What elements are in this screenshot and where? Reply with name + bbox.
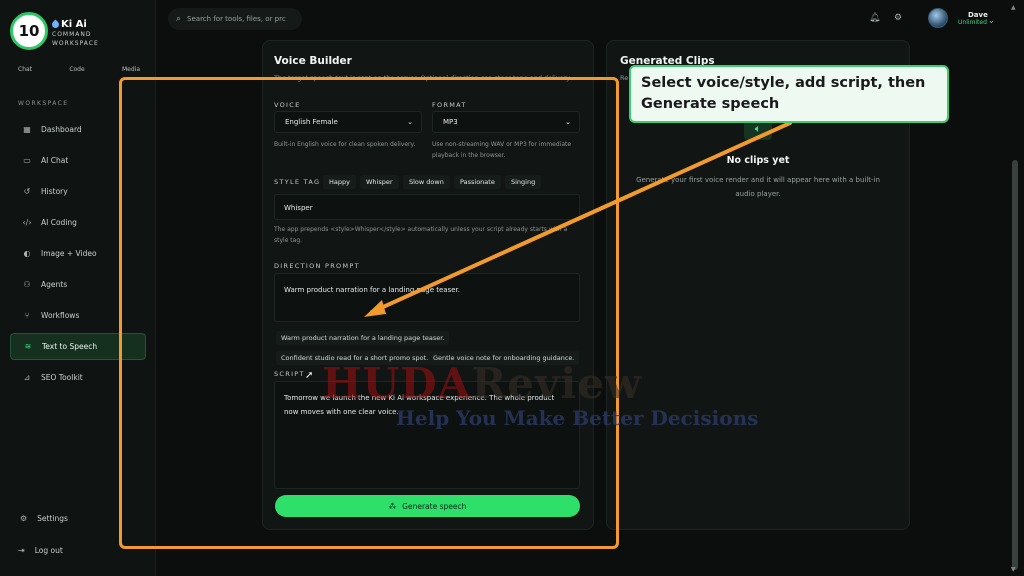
script-textarea[interactable]: Tomorrow we launch the new Ki Ai workspa…	[274, 381, 580, 489]
style-chip-slow-down[interactable]: Slow down	[403, 175, 450, 189]
mini-tab-chat[interactable]: Chat	[18, 66, 32, 73]
user-plan: Unlimited	[958, 18, 987, 26]
style-chip-singing[interactable]: Singing	[505, 175, 542, 189]
mouse-cursor-icon: ➚	[305, 370, 314, 381]
sidebar-item-label: SEO Toolkit	[41, 373, 83, 382]
scroll-up-icon[interactable]: ▲	[1011, 4, 1016, 11]
voice-select[interactable]: English Female ⌄	[274, 111, 422, 133]
sidebar-item-label: Text to Speech	[42, 342, 98, 351]
agents-icon: ⚇	[23, 280, 31, 289]
logout-link[interactable]: ⇥ Log out	[18, 546, 63, 555]
scroll-down-icon[interactable]: ▼	[1011, 566, 1016, 573]
sidebar-item-image-video[interactable]: ◐ Image + Video	[10, 240, 146, 267]
style-chip-happy[interactable]: Happy	[323, 175, 356, 189]
workspace-section-label: WORKSPACE	[18, 100, 69, 107]
avatar	[928, 8, 948, 28]
generated-clips-description: Re	[620, 74, 629, 82]
format-select-value: MP3	[443, 118, 458, 126]
brand-logo: Ki Ai	[50, 18, 99, 30]
sidebar-nav: ▦ Dashboard ▭ AI Chat ↺ History ‹/› AI Codin…	[10, 116, 146, 395]
sidebar-item-label: AI Chat	[41, 156, 69, 165]
chevron-down-icon[interactable]: ⌄	[988, 16, 995, 25]
brand: 10 Ki Ai COMMAND WORKSPACE	[10, 12, 99, 50]
format-label: FORMAT	[432, 101, 467, 109]
logo-drop-icon	[50, 19, 61, 29]
waveform-icon: ≋	[24, 342, 32, 351]
notifications-bell-icon[interactable]: 🔔︎	[869, 13, 880, 23]
sidebar-item-seo-toolkit[interactable]: ⊿ SEO Toolkit	[10, 364, 146, 391]
voice-label: VOICE	[274, 101, 301, 109]
history-icon: ↺	[23, 187, 31, 196]
style-chip-whisper[interactable]: Whisper	[360, 175, 399, 189]
gear-icon[interactable]: ⚙	[894, 13, 902, 23]
grid-icon: ▦	[23, 125, 31, 134]
empty-state-description: Generate your first voice render and it …	[636, 176, 880, 198]
brand-text: Ki Ai COMMAND WORKSPACE	[50, 18, 99, 48]
settings-link[interactable]: ⚙ Settings	[20, 514, 68, 523]
direction-suggestion[interactable]: Warm product narration for a landing pag…	[276, 331, 450, 345]
chevron-down-icon: ⌄	[565, 118, 571, 126]
search-box[interactable]: ⌕	[168, 8, 302, 30]
direction-suggestion[interactable]: Confident studio read for a short promo …	[276, 351, 434, 365]
user-name: Dave	[968, 10, 988, 19]
chevron-down-icon: ⌄	[407, 118, 413, 126]
sidebar-item-workflows[interactable]: ⑂ Workflows	[10, 302, 146, 329]
generate-speech-label: Generate speech	[402, 501, 467, 511]
sidebar-item-text-to-speech[interactable]: ≋ Text to Speech	[10, 333, 146, 360]
sidebar-item-dashboard[interactable]: ▦ Dashboard	[10, 116, 146, 143]
sidebar: 10 Ki Ai COMMAND WORKSPACE Chat Code Med…	[0, 0, 156, 576]
mini-tabs: Chat Code Media	[18, 66, 140, 73]
style-chip-passionate[interactable]: Passionate	[454, 175, 501, 189]
workflow-icon: ⑂	[24, 311, 30, 320]
direction-prompt-label: DIRECTION PROMPT	[274, 262, 360, 270]
format-select[interactable]: MP3 ⌄	[432, 111, 580, 133]
settings-icon: ⚙	[20, 514, 28, 523]
brand-line1: COMMAND	[52, 30, 92, 38]
settings-label: Settings	[37, 514, 68, 523]
style-tag-label: STYLE TAG	[274, 178, 321, 186]
step-number-badge: 10	[10, 12, 48, 50]
voice-builder-title: Voice Builder	[274, 55, 352, 67]
chat-icon: ▭	[23, 156, 31, 165]
style-help-text: The app prepends <style>Whisper</style> …	[274, 226, 568, 244]
sidebar-item-label: AI Coding	[41, 218, 77, 227]
page-scrollbar[interactable]	[1012, 160, 1018, 570]
sidebar-item-ai-chat[interactable]: ▭ AI Chat	[10, 147, 146, 174]
code-icon: ‹/›	[22, 218, 32, 227]
sidebar-item-agents[interactable]: ⚇ Agents	[10, 271, 146, 298]
user-text: Dave Unlimited	[958, 10, 988, 26]
sidebar-item-label: Image + Video	[41, 249, 97, 258]
sidebar-item-label: History	[41, 187, 68, 196]
instruction-callout: Select voice/style, add script, then Gen…	[629, 65, 949, 123]
direction-prompt-input[interactable]: Warm product narration for a landing pag…	[274, 273, 580, 322]
script-label: SCRIPT	[274, 370, 305, 378]
search-input[interactable]	[187, 15, 288, 23]
sidebar-item-label: Workflows	[41, 311, 80, 320]
logout-label: Log out	[34, 546, 63, 555]
user-menu[interactable]: Dave Unlimited	[928, 8, 988, 28]
sidebar-item-ai-coding[interactable]: ‹/› AI Coding	[10, 209, 146, 236]
mini-tab-code[interactable]: Code	[69, 66, 84, 73]
search-icon: ⌕	[176, 14, 182, 24]
logout-icon: ⇥	[18, 546, 25, 555]
mini-tab-media[interactable]: Media	[122, 66, 140, 73]
chart-icon: ⊿	[23, 373, 31, 382]
voice-help-text: Built-in English voice for clean spoken …	[274, 141, 416, 148]
brand-logo-text: Ki Ai	[61, 18, 87, 30]
generate-speech-button[interactable]: ⁂ Generate speech	[275, 495, 580, 517]
magic-wand-icon: ⁂	[388, 501, 397, 511]
voice-builder-description: The target speech text is sent on the se…	[274, 74, 572, 82]
brand-line2: WORKSPACE	[52, 39, 99, 47]
voice-select-value: English Female	[285, 118, 338, 126]
sidebar-item-label: Agents	[41, 280, 68, 289]
sidebar-item-label: Dashboard	[41, 125, 82, 134]
sidebar-item-history[interactable]: ↺ History	[10, 178, 146, 205]
palette-icon: ◐	[23, 249, 31, 258]
style-tag-input[interactable]: Whisper	[274, 194, 580, 220]
format-help-text: Use non-streaming WAV or MP3 for immedia…	[432, 141, 572, 159]
direction-suggestion[interactable]: Gentle voice note for onboarding guidanc…	[428, 351, 580, 365]
empty-state-title: No clips yet	[726, 155, 790, 166]
